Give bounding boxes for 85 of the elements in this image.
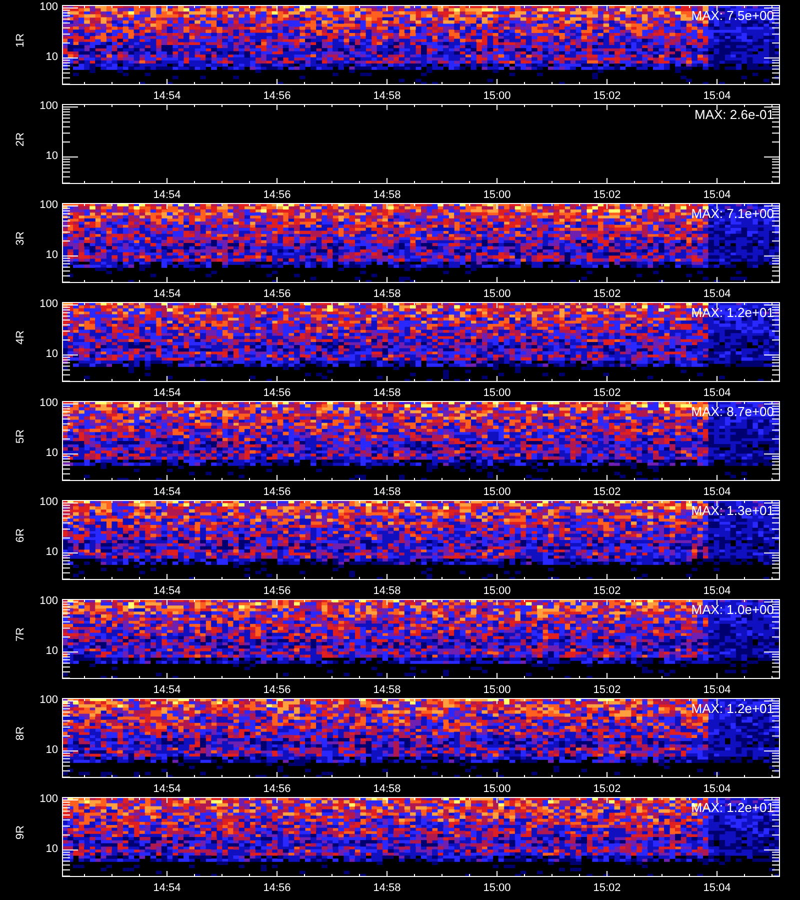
tick-label: 100 xyxy=(40,695,58,706)
tick-label: 14:58 xyxy=(372,883,402,894)
tick-label: 15:00 xyxy=(482,784,512,795)
tick-label: 14:58 xyxy=(372,190,402,201)
y-axis-label: 8R xyxy=(16,726,27,741)
tick-label: 10 xyxy=(46,151,58,162)
tick-label: 14:56 xyxy=(262,685,292,696)
tick-label: 100 xyxy=(40,299,58,310)
tick-label: 14:58 xyxy=(372,388,402,399)
tick-label: 15:02 xyxy=(592,586,622,597)
tick-label: 15:04 xyxy=(702,289,732,300)
tick-label: 15:04 xyxy=(702,91,732,102)
tick-label: 100 xyxy=(40,596,58,607)
y-axis-label: 2R xyxy=(16,132,27,147)
tick-label: 14:58 xyxy=(372,289,402,300)
tick-label: 14:54 xyxy=(152,784,182,795)
tick-label: 14:54 xyxy=(152,388,182,399)
tick-label: 14:58 xyxy=(372,91,402,102)
y-axis-label: 9R xyxy=(16,825,27,840)
tick-label: 14:54 xyxy=(152,586,182,597)
tick-label: 15:02 xyxy=(592,784,622,795)
tick-label: 14:56 xyxy=(262,784,292,795)
tick-label: 14:56 xyxy=(262,388,292,399)
tick-label: 15:04 xyxy=(702,487,732,498)
tick-label: 15:02 xyxy=(592,289,622,300)
tick-label: 15:00 xyxy=(482,190,512,201)
max-label: MAX: 7.1e+00 xyxy=(691,207,774,220)
tick-label: 10 xyxy=(46,448,58,459)
tick-label: 14:54 xyxy=(152,487,182,498)
y-axis-label: 7R xyxy=(16,627,27,642)
tick-label: 15:04 xyxy=(702,388,732,399)
tick-label: 14:56 xyxy=(262,883,292,894)
tick-label: 15:04 xyxy=(702,784,732,795)
tick-label: 15:02 xyxy=(592,91,622,102)
y-axis-label: 6R xyxy=(16,528,27,543)
tick-label: 14:58 xyxy=(372,784,402,795)
tick-label: 15:00 xyxy=(482,685,512,696)
tick-label: 10 xyxy=(46,745,58,756)
tick-label: 100 xyxy=(40,2,58,13)
tick-label: 15:02 xyxy=(592,685,622,696)
tick-label: 100 xyxy=(40,794,58,805)
tick-label: 15:00 xyxy=(482,487,512,498)
tick-label: 14:54 xyxy=(152,289,182,300)
max-label: MAX: 2.6e-01 xyxy=(694,108,774,121)
tick-label: 14:56 xyxy=(262,586,292,597)
tick-label: 100 xyxy=(40,398,58,409)
tick-label: 15:04 xyxy=(702,586,732,597)
tick-label: 14:56 xyxy=(262,91,292,102)
tick-label: 14:54 xyxy=(152,883,182,894)
tick-label: 14:56 xyxy=(262,487,292,498)
tick-label: 15:00 xyxy=(482,91,512,102)
tick-label: 15:02 xyxy=(592,487,622,498)
tick-label: 15:00 xyxy=(482,289,512,300)
tick-label: 14:54 xyxy=(152,685,182,696)
tick-label: 14:56 xyxy=(262,289,292,300)
tick-label: 10 xyxy=(46,250,58,261)
tick-label: 10 xyxy=(46,52,58,63)
tick-label: 15:04 xyxy=(702,190,732,201)
tick-label: 15:00 xyxy=(482,586,512,597)
tick-label: 15:02 xyxy=(592,883,622,894)
tick-label: 15:00 xyxy=(482,388,512,399)
tick-label: 14:58 xyxy=(372,586,402,597)
tick-label: 10 xyxy=(46,646,58,657)
y-axis-label: 4R xyxy=(16,330,27,345)
tick-label: 15:02 xyxy=(592,388,622,399)
tick-label: 15:04 xyxy=(702,685,732,696)
tick-label: 100 xyxy=(40,101,58,112)
tick-label: 14:54 xyxy=(152,91,182,102)
tick-label: 14:56 xyxy=(262,190,292,201)
max-label: MAX: 1.3e+01 xyxy=(691,504,774,517)
max-label: MAX: 1.2e+01 xyxy=(691,801,774,814)
tick-label: 15:02 xyxy=(592,190,622,201)
tick-label: 15:00 xyxy=(482,883,512,894)
tick-label: 14:58 xyxy=(372,487,402,498)
y-axis-label: 3R xyxy=(16,231,27,246)
y-axis-label: 5R xyxy=(16,429,27,444)
tick-label: 100 xyxy=(40,497,58,508)
tick-label: 14:58 xyxy=(372,685,402,696)
tick-label: 10 xyxy=(46,349,58,360)
tick-label: 10 xyxy=(46,844,58,855)
tick-label: 10 xyxy=(46,547,58,558)
y-axis-label: 1R xyxy=(16,33,27,48)
tick-label: 15:04 xyxy=(702,883,732,894)
tick-label: 14:54 xyxy=(152,190,182,201)
tick-label: 100 xyxy=(40,200,58,211)
